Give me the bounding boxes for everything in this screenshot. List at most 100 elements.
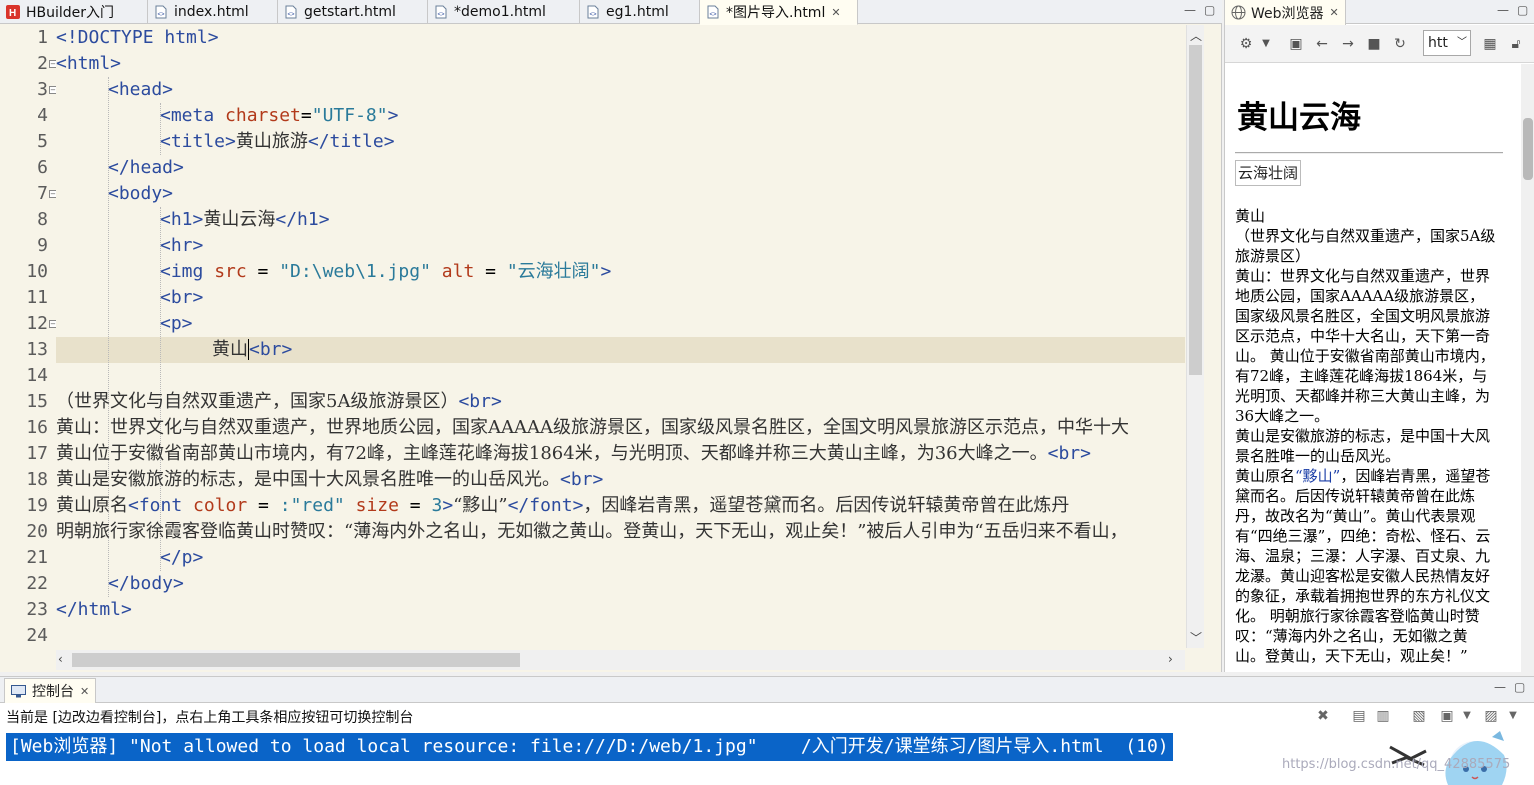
line-number: 23	[26, 599, 48, 620]
stop-icon[interactable]: ■	[1365, 35, 1383, 53]
browser-scrollbar[interactable]	[1521, 64, 1534, 672]
code-line-12: <p>	[160, 313, 193, 334]
svg-text:<>: <>	[438, 12, 446, 18]
open-console-icon[interactable]: ▧	[1410, 707, 1428, 725]
code-line-22: </body>	[108, 573, 184, 594]
display-console-icon[interactable]: ▣	[1438, 707, 1456, 725]
html-file-icon: <>	[707, 5, 719, 19]
line-number: 9	[37, 235, 48, 256]
code-line-10: <img src = "D:\web\1.jpg" alt = "云海壮阔">	[160, 261, 612, 282]
maximize-icon[interactable]: ▢	[1514, 680, 1525, 694]
line-number: 13	[26, 339, 48, 360]
url-dropdown[interactable]: htt ﹀	[1423, 30, 1471, 56]
code-line-8: <h1>黄山云海</h1>	[160, 209, 330, 230]
code-line-20: 明朝旅行家徐霞客登临黄山时赞叹：“薄海内外之名山，无如徽之黄山。登黄山，天下无山…	[56, 521, 1128, 542]
console-error-message[interactable]: [Web浏览器] "Not allowed to load local reso…	[6, 733, 1173, 761]
clear-console-icon[interactable]: ✖	[1314, 707, 1332, 725]
page-heading: 黄山云海	[1237, 100, 1361, 136]
line-number: 20	[26, 521, 48, 542]
code-line-2: <html>	[56, 53, 122, 74]
text-caret: <	[248, 339, 260, 360]
font-text: “黟山”	[1295, 467, 1341, 485]
tab-index-html[interactable]: <> index.html	[148, 0, 278, 24]
browser-viewport: 黄山云海 云海壮阔 黄山 （世界文化与自然双重遗产，国家5A级旅游景区） 黄山：…	[1225, 64, 1521, 672]
code-line-23: </html>	[56, 599, 132, 620]
scroll-thumb[interactable]	[1189, 45, 1202, 375]
tab-label: index.html	[174, 4, 249, 20]
refresh-icon[interactable]: ↻	[1391, 35, 1409, 53]
para-line: （世界文化与自然双重遗产，国家5A级旅游景区）	[1235, 227, 1496, 265]
minimize-icon[interactable]: —	[1497, 3, 1509, 17]
tab-label: eg1.html	[606, 4, 669, 20]
maximize-icon[interactable]: ▢	[1517, 3, 1528, 17]
minimize-icon[interactable]: —	[1494, 680, 1506, 694]
blog-watermark: https://blog.csdn.net/qq_42885575	[1282, 757, 1511, 772]
code-line-4: <meta charset="UTF-8">	[160, 105, 399, 126]
scroll-lock-icon[interactable]: ▤	[1350, 707, 1368, 725]
tab-image-import-html[interactable]: <> *图片导入.html ✕	[700, 0, 858, 25]
gear-icon[interactable]: ⚙	[1237, 35, 1255, 53]
line-number: 17	[26, 443, 48, 464]
line-number: 8	[37, 209, 48, 230]
chevron-up-icon[interactable]: ︿	[1190, 27, 1202, 44]
editor-horizontal-scrollbar[interactable]: ‹ ›	[56, 650, 1185, 670]
tab-web-browser[interactable]: Web浏览器 ✕	[1225, 0, 1346, 25]
para-line: 黄山原名	[1235, 467, 1296, 485]
tab-label: 控制台	[32, 684, 74, 700]
horizontal-rule	[1235, 152, 1503, 154]
tab-label: getstart.html	[304, 4, 396, 20]
html-file-icon: <>	[435, 5, 447, 19]
close-icon[interactable]: ✕	[1330, 6, 1339, 19]
close-icon[interactable]: ✕	[80, 685, 89, 698]
code-line-11: <br>	[160, 287, 204, 308]
tab-eg1-html[interactable]: <> eg1.html	[580, 0, 700, 24]
close-icon[interactable]: ✕	[831, 6, 840, 19]
console-tab-bar: 控制台 ✕ — ▢	[0, 677, 1534, 703]
html-file-icon: <>	[285, 5, 297, 19]
chevron-right-icon[interactable]: ›	[1168, 652, 1173, 666]
editor-vertical-scrollbar[interactable]: ︿ ﹀	[1186, 25, 1204, 648]
code-editor[interactable]: <!DOCTYPE html> <html> <head> <meta char…	[56, 25, 1185, 648]
pin-console-icon[interactable]: ▥	[1374, 707, 1392, 725]
browser-tab-bar: Web浏览器 ✕ — ▢	[1225, 0, 1534, 25]
tab-getstart-html[interactable]: <> getstart.html	[278, 0, 428, 24]
broken-image-alt: 云海壮阔	[1235, 160, 1302, 186]
tab-hbuilder-intro[interactable]: H HBuilder入门	[0, 0, 148, 24]
new-console-icon[interactable]: ▨	[1482, 707, 1500, 725]
chevron-down-icon[interactable]: ﹀	[1190, 629, 1202, 646]
console-icon[interactable]: ▣	[1287, 35, 1305, 53]
scroll-thumb[interactable]	[1523, 118, 1533, 180]
line-number: 14	[26, 365, 48, 386]
line-number: 24	[26, 625, 48, 646]
chevron-down-icon[interactable]: ▼	[1458, 707, 1476, 725]
line-number: 16	[26, 417, 48, 438]
html-file-icon: <>	[155, 5, 167, 19]
tab-label: Web浏览器	[1251, 5, 1324, 22]
line-number: 11	[26, 287, 48, 308]
code-line-3: <head>	[108, 79, 174, 100]
line-number: 3	[37, 79, 48, 100]
code-line-15: （世界文化与自然双重遗产，国家5A级旅游景区）<br>	[56, 391, 502, 412]
code-line-9: <hr>	[160, 235, 204, 256]
unlock-icon[interactable]: 🔓︎	[1507, 35, 1525, 53]
tab-label: *图片导入.html	[726, 5, 826, 21]
line-number: 1	[37, 27, 48, 48]
line-number: 2	[37, 53, 48, 74]
chevron-down-icon[interactable]: ▼	[1504, 707, 1522, 725]
code-line-21: </p>	[160, 547, 204, 568]
tab-demo1-html[interactable]: <> *demo1.html	[428, 0, 580, 24]
monitor-icon	[11, 684, 26, 697]
browser-toolbar: ⚙ ▼ ▣ ← → ■ ↻ htt ﹀ ▦ 🔓︎	[1225, 25, 1534, 63]
scroll-thumb[interactable]	[72, 653, 520, 667]
arrow-right-icon[interactable]: →	[1339, 35, 1357, 53]
qr-code-icon[interactable]: ▦	[1481, 35, 1499, 53]
maximize-icon[interactable]: ▢	[1204, 3, 1215, 17]
page-paragraph: 黄山 （世界文化与自然双重遗产，国家5A级旅游景区） 黄山：世界文化与自然双重遗…	[1235, 206, 1497, 666]
minimize-icon[interactable]: —	[1184, 3, 1196, 17]
chevron-down-icon: ﹀	[1457, 37, 1467, 48]
arrow-left-icon[interactable]: ←	[1313, 35, 1331, 53]
chevron-left-icon[interactable]: ‹	[58, 652, 63, 666]
tab-console[interactable]: 控制台 ✕	[4, 678, 97, 703]
chevron-down-icon[interactable]: ▼	[1257, 35, 1275, 53]
svg-text:<>: <>	[590, 12, 598, 18]
